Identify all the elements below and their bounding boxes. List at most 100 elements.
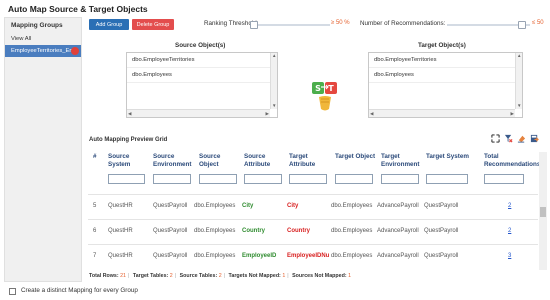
scroll-right-icon[interactable]: ▶ — [266, 111, 269, 117]
scroll-up-icon[interactable]: ▲ — [517, 53, 521, 59]
grid-title: Auto Mapping Preview Grid — [89, 137, 168, 143]
svg-text:S: S — [315, 84, 321, 93]
scroll-up-icon[interactable]: ▲ — [272, 53, 276, 59]
col-header-total-recommendations[interactable]: Total Recommendations — [484, 153, 540, 168]
cell-target-environment: AdvancePayroll — [377, 228, 419, 234]
col-header-source-object[interactable]: Source Object — [199, 153, 239, 168]
cell-target-attribute: EmployeeIDNu — [287, 253, 330, 259]
reco-slider-thumb[interactable] — [518, 21, 527, 29]
grid-scroll-thumb[interactable] — [540, 207, 546, 217]
mapping-groups-panel: Mapping Groups View All EmployeeTerritor… — [4, 17, 82, 282]
cell-source-object: dbo.Employees — [194, 228, 236, 234]
sources-not-mapped-label: Sources Not Mapped: — [292, 273, 347, 279]
eraser-icon[interactable] — [517, 134, 526, 143]
divider — [88, 244, 538, 245]
cell-target-object: dbo.Employees — [331, 228, 373, 234]
cell-source-environment: QuestPayroll — [153, 228, 188, 234]
grid-vertical-scrollbar[interactable] — [539, 152, 547, 270]
divider — [88, 219, 538, 220]
ranking-slider-thumb[interactable] — [250, 21, 258, 29]
mapping-groups-header: Mapping Groups — [11, 22, 63, 29]
add-group-button[interactable]: Add Group — [89, 19, 129, 30]
ranking-threshold-slider[interactable] — [250, 21, 330, 29]
cell-source-object: dbo.Employees — [194, 253, 236, 259]
scroll-left-icon[interactable]: ◀ — [370, 111, 373, 117]
sidebar-item-employee-territories[interactable]: EmployeeTerritories_Em... — [5, 45, 81, 57]
scroll-right-icon[interactable]: ▶ — [511, 111, 514, 117]
cell-target-object: dbo.Employees — [331, 253, 373, 259]
vertical-scrollbar[interactable]: ▲ ▼ — [270, 53, 277, 109]
source-objects-list[interactable]: dbo.EmployeeTerritories dbo.Employees ▲ … — [126, 52, 278, 118]
scroll-left-icon[interactable]: ◀ — [128, 111, 131, 117]
col-header-source-environment[interactable]: Source Environment — [153, 153, 197, 168]
list-item[interactable]: dbo.EmployeeTerritories — [369, 53, 522, 68]
total-rows-value: 21 — [120, 273, 127, 279]
cell-source-environment: QuestPayroll — [153, 253, 188, 259]
cell-target-attribute: Country — [287, 228, 310, 234]
row-num: 7 — [93, 253, 97, 259]
filter-target-environment[interactable] — [381, 174, 419, 184]
filter-source-system[interactable] — [108, 174, 145, 184]
col-header-target-environment[interactable]: Target Environment — [381, 153, 423, 168]
recommendations-label: Number of Recommendations: — [360, 20, 446, 27]
auto-map-icon[interactable]: S T — [309, 79, 341, 113]
filter-total-recommendations[interactable] — [484, 174, 524, 184]
sidebar-item-view-all[interactable]: View All — [5, 33, 81, 45]
row-num: 6 — [93, 228, 97, 234]
list-item[interactable]: dbo.Employees — [127, 68, 277, 83]
horizontal-scrollbar[interactable]: ◀ ▶ — [369, 109, 515, 117]
cell-target-system: QuestPayroll — [424, 203, 459, 209]
clear-filter-icon[interactable] — [504, 134, 513, 143]
scroll-down-icon[interactable]: ▼ — [272, 103, 276, 109]
cell-source-attribute: EmployeeID — [242, 253, 277, 259]
cell-source-system: QuestHR — [108, 203, 133, 209]
distinct-mapping-label: Create a distinct Mapping for every Grou… — [21, 287, 138, 294]
page-title: Auto Map Source & Target Objects — [8, 4, 148, 14]
filter-target-object[interactable] — [335, 174, 373, 184]
col-header-source-attribute[interactable]: Source Attribute — [244, 153, 284, 168]
filter-source-object[interactable] — [199, 174, 237, 184]
grid-summary: Total Rows: 21 | Target Tables: 2 | Source… — [89, 273, 352, 279]
ranking-slider-track — [250, 24, 330, 26]
distinct-mapping-checkbox[interactable] — [9, 288, 16, 295]
remove-badge-icon[interactable] — [71, 47, 79, 55]
sources-not-mapped-value: 1 — [348, 273, 352, 279]
col-header-target-object[interactable]: Target Object — [335, 153, 380, 161]
expand-icon[interactable] — [491, 134, 500, 143]
filter-target-attribute[interactable] — [289, 174, 327, 184]
vertical-scrollbar[interactable]: ▲ ▼ — [515, 53, 522, 109]
total-rows-label: Total Rows: — [89, 273, 119, 279]
cell-source-attribute: Country — [242, 228, 265, 234]
source-tables-label: Source Tables: — [179, 273, 218, 279]
filter-source-attribute[interactable] — [244, 174, 282, 184]
source-tables-value: 2 — [218, 273, 222, 279]
col-header-source-system[interactable]: Source System — [108, 153, 148, 168]
filter-target-system[interactable] — [426, 174, 468, 184]
list-item[interactable]: dbo.EmployeeTerritories — [127, 53, 277, 68]
cell-target-environment: AdvancePayroll — [377, 253, 419, 259]
col-header-num[interactable]: # — [93, 153, 97, 161]
cell-target-system: QuestPayroll — [424, 253, 459, 259]
list-item[interactable]: dbo.Employees — [369, 68, 522, 83]
divider — [88, 194, 538, 195]
cell-source-attribute: City — [242, 203, 254, 209]
total-recommendations-link[interactable]: 2 — [508, 203, 511, 209]
cell-target-attribute: City — [287, 203, 299, 209]
target-objects-list[interactable]: dbo.EmployeeTerritories dbo.Employees ▲ … — [368, 52, 523, 118]
horizontal-scrollbar[interactable]: ◀ ▶ — [127, 109, 270, 117]
source-objects-title: Source Object(s) — [175, 42, 226, 49]
cell-target-object: dbo.Employees — [331, 203, 373, 209]
cell-source-environment: QuestPayroll — [153, 203, 188, 209]
ranking-threshold-value: ≥ 50 % — [331, 20, 350, 26]
total-recommendations-link[interactable]: 2 — [508, 228, 511, 234]
filter-source-environment[interactable] — [153, 174, 191, 184]
scroll-down-icon[interactable]: ▼ — [517, 103, 521, 109]
row-num: 5 — [93, 203, 97, 209]
cell-target-system: QuestPayroll — [424, 228, 459, 234]
recommendations-slider[interactable] — [447, 21, 530, 29]
col-header-target-attribute[interactable]: Target Attribute — [289, 153, 329, 168]
delete-group-button[interactable]: Delete Group — [132, 19, 174, 30]
total-recommendations-link[interactable]: 3 — [508, 253, 511, 259]
col-header-target-system[interactable]: Target System — [426, 153, 476, 161]
export-icon[interactable] — [530, 134, 539, 143]
